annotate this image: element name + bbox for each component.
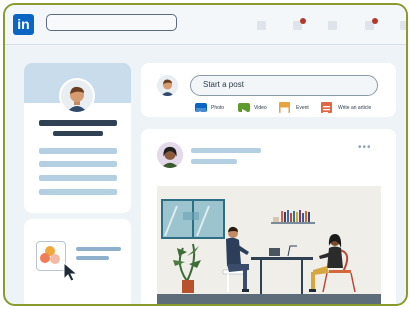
search-input[interactable] <box>46 14 177 31</box>
post-author-avatar[interactable] <box>157 142 183 168</box>
groups-card <box>24 219 131 304</box>
profile-line-placeholder <box>39 189 117 195</box>
start-post-input[interactable]: Start a post <box>190 75 378 96</box>
post-meta-placeholder <box>191 159 237 164</box>
nav-jobs-icon[interactable] <box>328 21 337 30</box>
post-author-name-placeholder <box>191 148 261 153</box>
nav-network-badge <box>300 18 306 24</box>
top-nav-bar: in <box>5 5 406 45</box>
post-image[interactable] <box>157 186 381 304</box>
profile-avatar[interactable] <box>59 78 95 114</box>
video-action-label[interactable]: Video <box>254 104 267 112</box>
profile-line-placeholder <box>39 148 117 154</box>
article-icon[interactable] <box>321 102 332 114</box>
composer-avatar <box>157 75 178 96</box>
group-meta-placeholder <box>76 256 109 260</box>
nav-notifications-icon[interactable] <box>400 21 406 30</box>
right-sidebar-card <box>406 63 408 197</box>
app-window: in Start a post Photo Video Event Write … <box>3 3 408 306</box>
post-menu-icon[interactable]: ••• <box>358 142 372 153</box>
cursor-arrow-icon <box>63 261 79 282</box>
profile-card <box>24 63 131 213</box>
video-icon[interactable] <box>238 103 250 114</box>
event-action-label[interactable]: Event <box>296 104 309 112</box>
linkedin-logo[interactable]: in <box>13 14 34 35</box>
profile-headline-placeholder <box>53 131 103 136</box>
group-name-placeholder <box>76 247 121 251</box>
nav-home-icon[interactable] <box>257 21 266 30</box>
photo-icon[interactable] <box>195 103 207 115</box>
profile-name-placeholder <box>39 120 117 126</box>
event-icon[interactable] <box>279 102 290 114</box>
profile-line-placeholder <box>39 175 117 181</box>
article-action-label[interactable]: Write an article <box>338 104 371 112</box>
nav-messaging-badge <box>372 18 378 24</box>
profile-line-placeholder <box>39 161 117 167</box>
photo-action-label[interactable]: Photo <box>211 104 224 112</box>
